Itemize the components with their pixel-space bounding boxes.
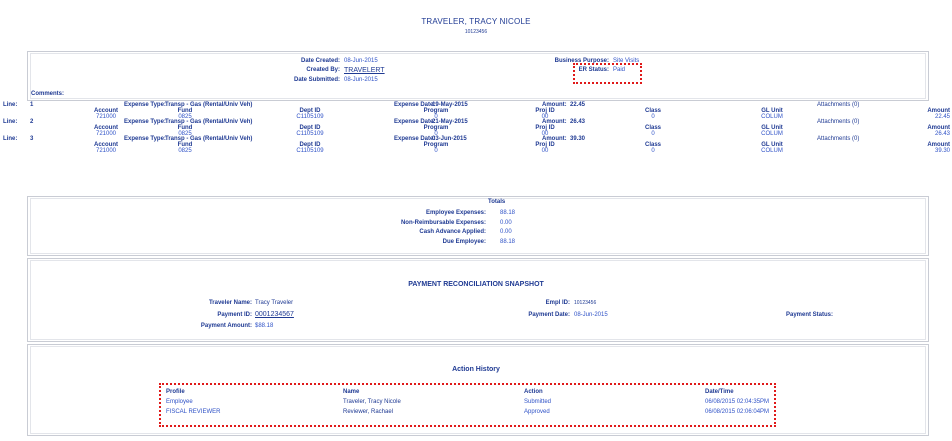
date-created-value: 08-Jun-2015	[344, 58, 378, 64]
totals-row-label: Due Employee:	[442, 238, 486, 245]
line-number: 1	[30, 102, 34, 108]
amount-col-value: 39.30	[934, 148, 950, 154]
created-by-link[interactable]: TRAVELERT	[344, 67, 385, 74]
expense-type-label: Expense Type:	[124, 136, 166, 142]
history-datetime: 06/08/2015 02:06:04PM	[705, 409, 770, 415]
account-value: 721000	[95, 148, 117, 154]
history-header-action: Action	[524, 389, 543, 395]
amount-value: 26.43	[570, 119, 586, 125]
line-label: Line:	[3, 136, 18, 142]
history-profile: Employee	[166, 399, 193, 405]
program-value: 0	[434, 148, 438, 154]
expense-type-label: Expense Type:	[124, 119, 166, 125]
line-label: Line:	[3, 119, 18, 125]
date-created-label: Date Created:	[300, 58, 340, 64]
comments-label: Comments:	[31, 91, 65, 97]
account-value: 721000	[95, 131, 117, 137]
summary-inner	[30, 53, 926, 99]
payment-traveler-name-label: Traveler Name:	[208, 300, 252, 306]
created-by-label: Created By:	[306, 67, 340, 73]
dept_id-value: C1105109	[296, 114, 324, 120]
totals-row-value: 88.18	[500, 238, 516, 245]
totals-row-value: 0.00	[500, 219, 512, 226]
empl-id-value: 10123456	[574, 300, 597, 306]
payment-date-value: 08-Jun-2015	[574, 312, 608, 318]
class-value: 0	[651, 114, 655, 120]
traveler-id: 10123456	[464, 29, 488, 35]
amount-value: 39.30	[570, 136, 586, 142]
payment-id-label: Payment ID:	[217, 312, 252, 318]
class-value: 0	[651, 131, 655, 137]
payment-date-label: Payment Date:	[528, 312, 570, 318]
er-status-highlight	[573, 63, 642, 84]
amount-col-value: 22.45	[934, 114, 950, 120]
history-header-name: Name	[343, 389, 360, 395]
history-header-datetime: Date/Time	[705, 389, 734, 395]
gl_unit-value: COLUM	[761, 148, 783, 154]
date-submitted-label: Date Submitted:	[293, 77, 340, 83]
line-number: 3	[30, 136, 34, 142]
proj_id-value: 00	[541, 148, 549, 154]
totals-title: Totals	[488, 199, 506, 205]
history-title: Action History	[452, 366, 500, 373]
payment-title: PAYMENT RECONCILIATION SNAPSHOT	[408, 281, 544, 288]
fund-value: 0825	[178, 148, 192, 154]
attachments-link[interactable]: Attachments (0)	[817, 119, 859, 125]
date-submitted-value: 08-Jun-2015	[344, 77, 378, 83]
payment-traveler-name-value: Tracy Traveler	[255, 300, 294, 306]
line-number: 2	[30, 119, 34, 125]
class-value: 0	[651, 148, 655, 154]
totals-row-label: Cash Advance Applied:	[419, 229, 486, 235]
history-name: Reviewer, Rachael	[343, 409, 394, 415]
dept_id-value: C1105109	[296, 148, 324, 154]
totals-row-label: Employee Expenses:	[425, 210, 486, 216]
totals-row-value: 88.18	[500, 210, 516, 216]
account-value: 721000	[95, 114, 117, 120]
attachments-link[interactable]: Attachments (0)	[817, 136, 859, 142]
amount-value: 22.45	[570, 102, 586, 108]
history-name: Traveler, Tracy Nicole	[343, 399, 401, 405]
attachments-link[interactable]: Attachments (0)	[817, 102, 859, 108]
payment-status-label: Payment Status:	[786, 312, 834, 318]
empl-id-label: Empl ID:	[545, 300, 570, 306]
traveler-name-title: TRAVELER, TRACY NICOLE	[421, 17, 531, 26]
expense-type-label: Expense Type:	[124, 102, 166, 108]
line-label: Line:	[3, 102, 18, 108]
payment-id-link[interactable]: 0001234567	[255, 311, 294, 318]
dept_id-value: C1105109	[296, 131, 324, 137]
history-action: Approved	[524, 409, 550, 415]
payment-amount-value: $88.18	[255, 323, 274, 329]
history-action: Submitted	[524, 399, 552, 405]
amount-col-value: 26.43	[934, 131, 950, 137]
totals-row-value: 0.00	[500, 229, 512, 235]
gl_unit-value: COLUM	[761, 114, 783, 120]
history-datetime: 06/08/2015 02:04:35PM	[705, 399, 770, 405]
history-header-profile: Profile	[166, 389, 185, 395]
totals-row-label: Non-Reimbursable Expenses:	[400, 219, 486, 226]
history-highlight	[159, 383, 776, 427]
history-profile: FISCAL REVIEWER	[166, 409, 221, 415]
gl_unit-value: COLUM	[761, 131, 783, 137]
totals-inner	[30, 198, 926, 254]
payment-amount-label: Payment Amount:	[200, 323, 252, 329]
